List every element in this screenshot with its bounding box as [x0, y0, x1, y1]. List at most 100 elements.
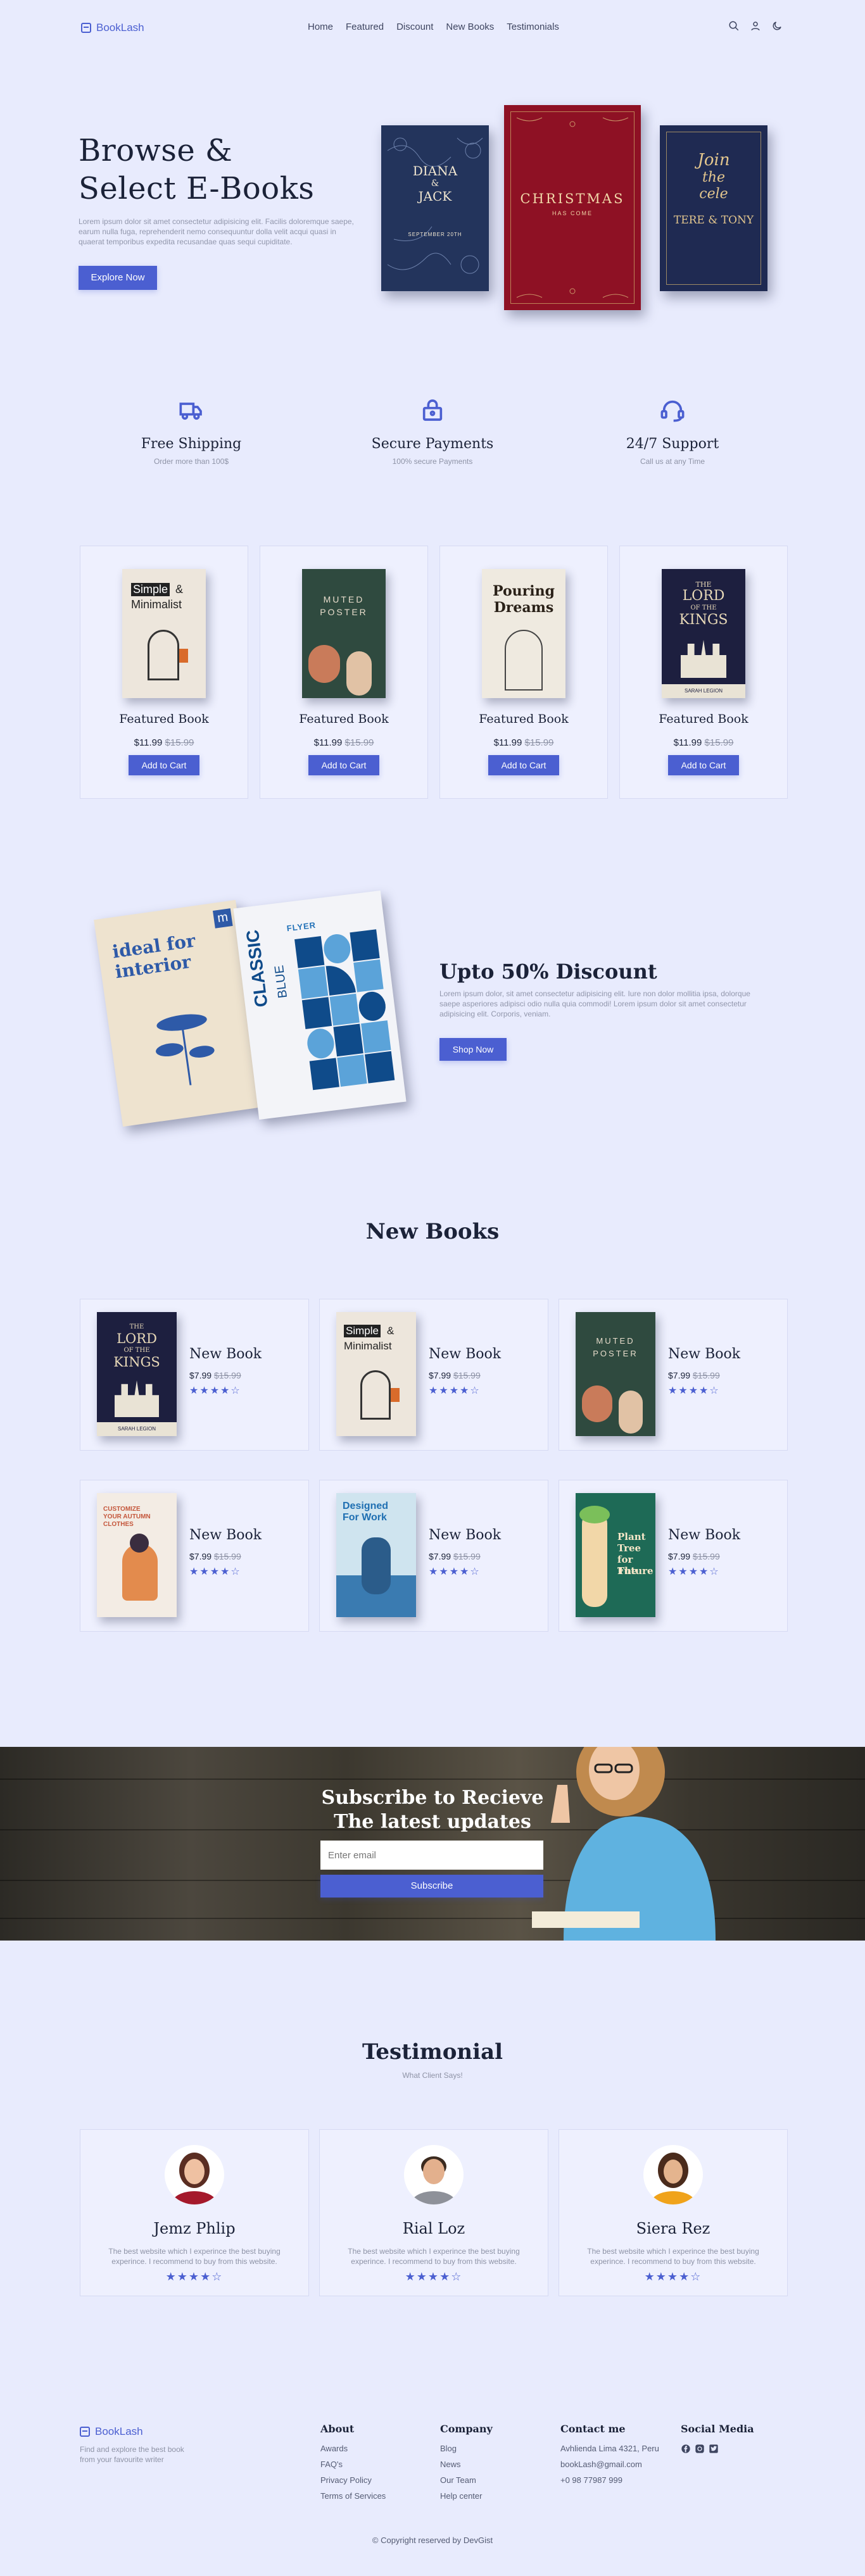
hero-title-line1: Browse &: [79, 133, 233, 168]
copyright: © Copyright reserved by DevGist: [372, 2535, 493, 2545]
hero-book-tere-tony: Join the cele TERE & TONY: [660, 125, 767, 291]
footer-link-faqs[interactable]: FAQ's: [320, 2460, 386, 2469]
user-icon[interactable]: [750, 20, 761, 32]
book-icon: [81, 23, 91, 33]
book-price: $11.99 $15.99: [440, 737, 607, 748]
email-input[interactable]: [320, 1841, 543, 1870]
footer-heading: Contact me: [560, 2423, 626, 2435]
search-icon[interactable]: [728, 20, 740, 32]
price-current: $11.99: [134, 737, 163, 748]
logo-text: BookLash: [96, 22, 144, 34]
footer-logo[interactable]: BookLash: [80, 2425, 143, 2438]
add-to-cart-button[interactable]: Add to Cart: [129, 755, 199, 775]
feature-subtitle: Call us at any Time: [640, 457, 705, 466]
hero-book-diana-jack: DIANA & JACK SEPTEMBER 20TH: [381, 125, 489, 291]
nav-home[interactable]: Home: [308, 22, 333, 32]
rating-stars: ★★★★☆: [668, 1566, 720, 1577]
cover-text: Designed: [343, 1501, 389, 1511]
footer-social: Social Media: [681, 2423, 754, 2454]
footer-link-privacy[interactable]: Privacy Policy: [320, 2475, 386, 2485]
new-book-card[interactable]: THE LORD OF THE KINGS SARAH LEGION New B…: [80, 1299, 309, 1451]
feature-free-shipping: Free Shipping Order more than 100$: [96, 397, 286, 466]
price-current: $11.99: [673, 737, 702, 748]
book-script-cele: cele: [699, 186, 728, 202]
cover-shape: [579, 1506, 610, 1523]
price-old: $15.99: [165, 737, 194, 748]
book-price: $7.99 $15.99: [429, 1370, 481, 1380]
price-current: $11.99: [493, 737, 522, 748]
arch-illustration: [360, 1370, 391, 1420]
contact-phone[interactable]: +0 98 77987 999: [560, 2475, 659, 2485]
book-name: Featured Book: [299, 712, 389, 726]
subscribe-section: Subscribe to Recieve The latest updates …: [0, 1747, 865, 1941]
book-title-tere-tony: TERE & TONY: [673, 214, 754, 227]
book-price: $7.99 $15.99: [668, 1370, 720, 1380]
footer-about: About Awards FAQ's Privacy Policy Terms …: [320, 2423, 386, 2507]
nav-new-books[interactable]: New Books: [446, 22, 494, 32]
footer-link-news[interactable]: News: [440, 2460, 493, 2469]
cover-text: For Work: [343, 1512, 387, 1523]
footer-link-help[interactable]: Help center: [440, 2491, 493, 2501]
instagram-icon[interactable]: [695, 2444, 705, 2454]
book-price: $7.99 $15.99: [668, 1551, 720, 1561]
footer-link-terms[interactable]: Terms of Services: [320, 2491, 386, 2501]
cover-author: SARAH LEGION: [97, 1422, 177, 1436]
price-current: $7.99: [668, 1551, 691, 1561]
contact-email[interactable]: bookLash@gmail.com: [560, 2460, 659, 2469]
book-price: $11.99 $15.99: [260, 737, 427, 748]
book-price: $7.99 $15.99: [189, 1370, 241, 1380]
price-current: $7.99: [189, 1370, 212, 1380]
explore-now-button[interactable]: Explore Now: [79, 266, 157, 290]
add-to-cart-button[interactable]: Add to Cart: [308, 755, 379, 775]
footer-link-awards[interactable]: Awards: [320, 2444, 386, 2453]
nav-discount[interactable]: Discount: [396, 22, 433, 32]
book-subtitle-has-come: HAS COME: [552, 210, 593, 216]
book-title-christmas: CHRISTMAS: [520, 191, 625, 206]
featured-book-card[interactable]: Simple & Minimalist Featured Book $11.99…: [80, 546, 248, 799]
feature-subtitle: 100% secure Payments: [392, 457, 473, 466]
price-old: $15.99: [344, 737, 374, 748]
nav-featured[interactable]: Featured: [346, 22, 384, 32]
cover-text: Simple: [344, 1325, 381, 1337]
footer-link-blog[interactable]: Blog: [440, 2444, 493, 2453]
cover-text: Dreams: [493, 599, 554, 616]
book-script-the: the: [702, 170, 726, 185]
logo-text: BookLash: [95, 2425, 143, 2437]
facebook-icon[interactable]: [681, 2444, 691, 2454]
featured-book-card[interactable]: Pouring Dreams Featured Book $11.99 $15.…: [439, 546, 608, 799]
price-current: $7.99: [429, 1370, 451, 1380]
featured-book-card[interactable]: THE LORD OF THE KINGS SARAH LEGION Featu…: [619, 546, 788, 799]
add-to-cart-button[interactable]: Add to Cart: [488, 755, 559, 775]
new-book-card[interactable]: MUTED POSTER New Book $7.99 $15.99 ★★★★☆: [559, 1299, 788, 1451]
cover-text: CUSTOMIZE: [103, 1506, 141, 1513]
new-book-card[interactable]: Simple & Minimalist New Book $7.99 $15.9…: [319, 1299, 548, 1451]
new-book-card[interactable]: Designed For Work New Book $7.99 $15.99 …: [319, 1480, 548, 1632]
shop-now-button[interactable]: Shop Now: [439, 1038, 507, 1061]
cover-text: OF THE: [690, 604, 717, 611]
book-cover-lord-of-kings: THE LORD OF THE KINGS SARAH LEGION: [97, 1312, 177, 1436]
cover-text: YOUR AUTUMN: [103, 1513, 151, 1520]
site-logo[interactable]: BookLash: [81, 22, 144, 34]
new-book-card[interactable]: Plant Tree for The Future New Book $7.99…: [559, 1480, 788, 1632]
subscribe-button[interactable]: Subscribe: [320, 1875, 543, 1898]
featured-book-card[interactable]: MUTED POSTER Featured Book $11.99 $15.99…: [260, 546, 428, 799]
hero-title-line2: Select E-Books: [79, 171, 315, 206]
feature-secure-payments: Secure Payments 100% secure Payments: [338, 397, 527, 466]
book-name: New Book: [189, 1527, 262, 1543]
feature-support: 24/7 Support Call us at any Time: [578, 397, 767, 466]
cover-author: SARAH LEGION: [662, 684, 745, 698]
twitter-icon[interactable]: [709, 2444, 719, 2454]
cover-shape: [346, 651, 372, 696]
footer-contact: Contact me Avhlienda Lima 4321, Peru boo…: [560, 2423, 659, 2491]
footer-link-team[interactable]: Our Team: [440, 2475, 493, 2485]
new-book-card[interactable]: CUSTOMIZE YOUR AUTUMN CLOTHES New Book $…: [80, 1480, 309, 1632]
add-to-cart-button[interactable]: Add to Cart: [668, 755, 739, 775]
cover-text: &: [387, 1325, 395, 1337]
book-price: $11.99 $15.99: [80, 737, 248, 748]
person-illustration: [582, 1512, 607, 1607]
moon-icon[interactable]: [771, 20, 783, 32]
cover-text: Simple: [131, 583, 170, 596]
price-old: $15.99: [692, 1370, 720, 1380]
nav-testimonials[interactable]: Testimonials: [507, 22, 559, 32]
discount-description: Lorem ipsum dolor, sit amet consectetur …: [439, 989, 750, 1018]
